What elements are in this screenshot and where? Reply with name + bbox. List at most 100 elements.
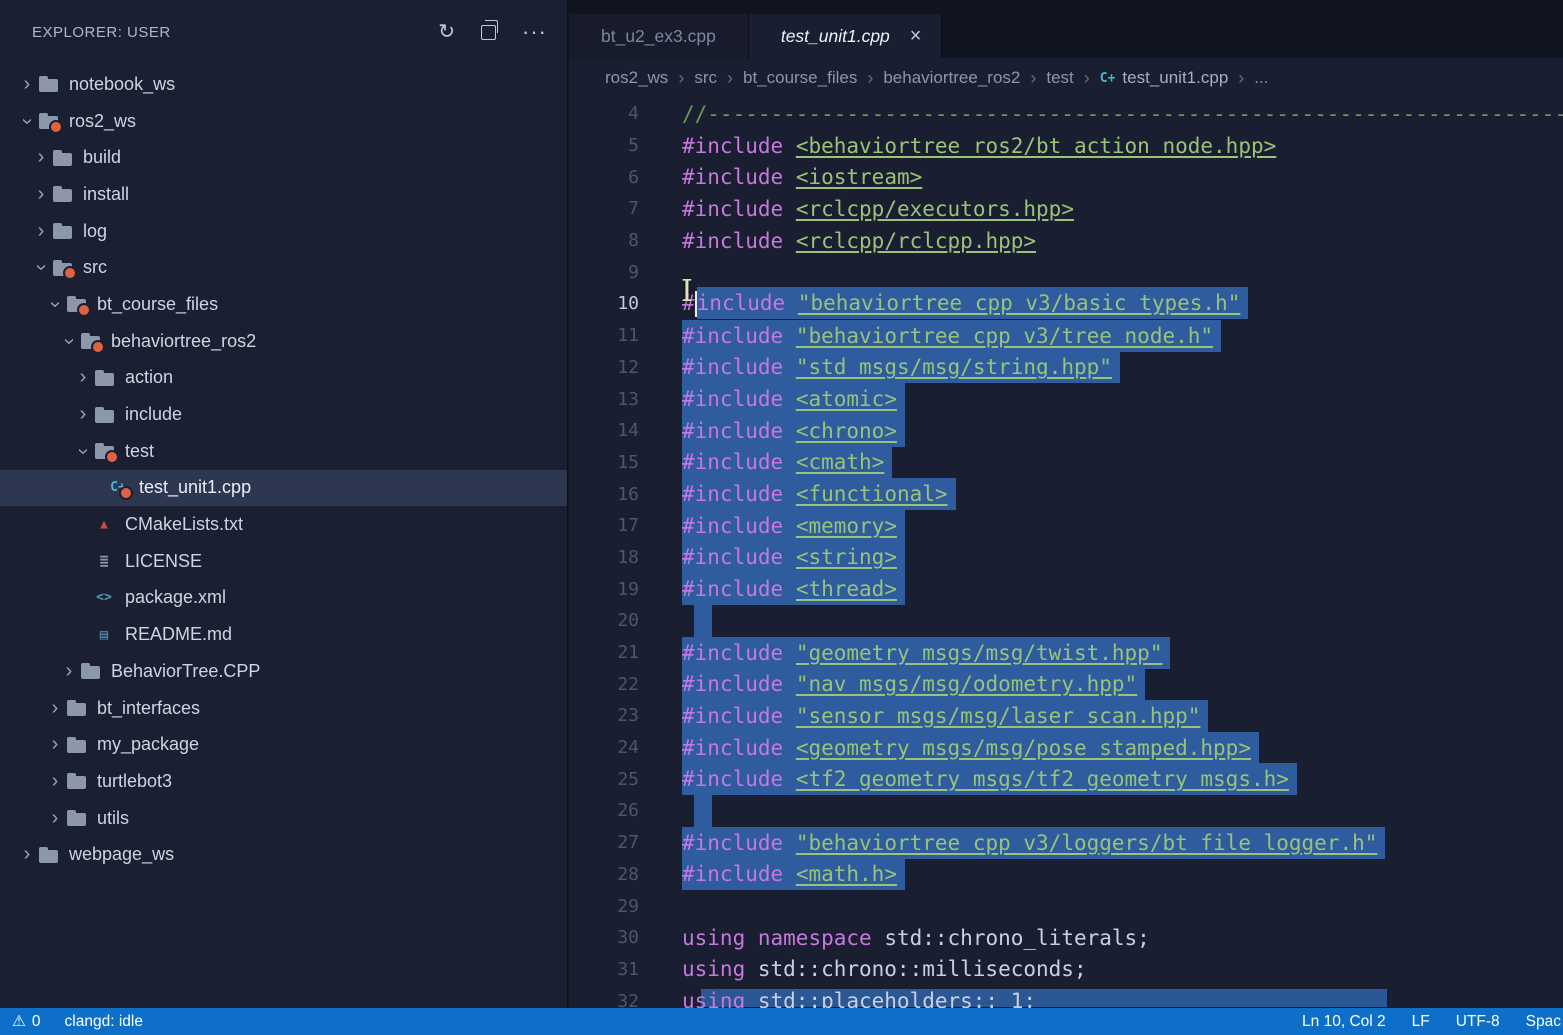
tree-item-behaviortree_ros2[interactable]: ›behaviortree_ros2 (0, 323, 567, 360)
tree-item-notebook_ws[interactable]: ›notebook_ws (0, 66, 567, 103)
tree-item-utils[interactable]: ›utils (0, 800, 567, 837)
tree-item-log[interactable]: ›log (0, 213, 567, 250)
tree-item-label: install (83, 184, 129, 205)
collapse-folders-icon[interactable] (481, 25, 496, 40)
folder-shape (67, 299, 86, 312)
code-line-18[interactable]: 18#include <string> (569, 542, 1563, 574)
clangd-status[interactable]: clangd: idle (65, 1013, 143, 1031)
code-line-16[interactable]: 16#include <functional> (569, 478, 1563, 510)
code-line-11[interactable]: 11#include "behaviortree_cpp_v3/tree_nod… (569, 320, 1563, 352)
chevron-right-icon[interactable]: › (44, 733, 66, 756)
line-number: 14 (569, 420, 639, 441)
folder-icon (38, 76, 58, 93)
breadcrumb-item-src[interactable]: src (694, 68, 717, 88)
tree-item-BehaviorTree.CPP[interactable]: ›BehaviorTree.CPP (0, 653, 567, 690)
code-line-26[interactable]: 26 (569, 795, 1563, 827)
tree-item-my_package[interactable]: ›my_package (0, 726, 567, 763)
breadcrumb-item-test[interactable]: test (1046, 68, 1073, 88)
chevron-down-icon[interactable]: › (44, 293, 67, 315)
tab-test_unit1.cpp[interactable]: test_unit1.cpp × (749, 14, 943, 58)
breadcrumb-item-behaviortree_ros2[interactable]: behaviortree_ros2 (883, 68, 1020, 88)
tab-bt_u2_ex3.cpp[interactable]: bt_u2_ex3.cpp (569, 14, 749, 58)
tree-item-ros2_ws[interactable]: ›ros2_ws (0, 103, 567, 140)
breadcrumb-item-bt_course_files[interactable]: bt_course_files (743, 68, 857, 88)
code-line-23[interactable]: 23#include "sensor_msgs/msg/laser_scan.h… (569, 700, 1563, 732)
code-editor: 4//-------------------------------------… (569, 98, 1563, 1008)
chevron-down-icon[interactable]: › (72, 440, 95, 462)
encoding-indicator[interactable]: UTF-8 (1456, 1013, 1500, 1031)
chevron-down-icon[interactable]: › (30, 257, 53, 279)
tree-item-README.md[interactable]: ▤README.md (0, 616, 567, 653)
chevron-right-icon[interactable]: › (30, 220, 52, 243)
code-line-24[interactable]: 24#include <geometry_msgs/msg/pose_stamp… (569, 732, 1563, 764)
code-line-29[interactable]: 29 (569, 890, 1563, 922)
tree-item-bt_interfaces[interactable]: ›bt_interfaces (0, 690, 567, 727)
selection-highlight: #include <math.h> (682, 858, 905, 890)
code-line-30[interactable]: 30using namespace std::chrono_literals; (569, 922, 1563, 954)
tree-item-package.xml[interactable]: <>package.xml (0, 580, 567, 617)
tree-item-action[interactable]: ›action (0, 360, 567, 397)
code-line-13[interactable]: 13#include <atomic> (569, 383, 1563, 415)
chevron-down-icon[interactable]: › (16, 110, 39, 132)
code-line-5[interactable]: 5#include <behaviortree_ros2/bt_action_n… (569, 130, 1563, 162)
token: <iostream> (796, 165, 922, 189)
refresh-icon[interactable]: ↻ (438, 22, 455, 42)
code-line-25[interactable]: 25#include <tf2_geometry_msgs/tf2_geomet… (569, 763, 1563, 795)
chevron-right-icon[interactable]: › (58, 660, 80, 683)
tree-item-bt_course_files[interactable]: ›bt_course_files (0, 286, 567, 323)
indentation-indicator[interactable]: Spac (1526, 1013, 1561, 1031)
breadcrumb-item-test_unit1.cpp[interactable]: test_unit1.cpp (1122, 68, 1228, 88)
code-line-22[interactable]: 22#include "nav_msgs/msg/odometry.hpp" (569, 668, 1563, 700)
folder-icon (94, 369, 114, 386)
code-line-8[interactable]: 8#include <rclcpp/rclcpp.hpp> (569, 225, 1563, 257)
code-line-28[interactable]: 28#include <math.h> (569, 859, 1563, 891)
code-line-7[interactable]: 7#include <rclcpp/executors.hpp> (569, 193, 1563, 225)
chevron-right-icon[interactable]: › (44, 697, 66, 720)
mouse-cursor-ibeam (681, 274, 693, 309)
code-line-15[interactable]: 15#include <cmath> (569, 447, 1563, 479)
chevron-right-icon[interactable]: › (72, 366, 94, 389)
cursor-position[interactable]: Ln 10, Col 2 (1302, 1013, 1386, 1031)
chevron-right-icon[interactable]: › (16, 73, 38, 96)
line-number: 21 (569, 642, 639, 663)
tree-item-include[interactable]: ›include (0, 396, 567, 433)
chevron-right-icon[interactable]: › (44, 807, 66, 830)
chevron-right-icon[interactable]: › (30, 146, 52, 169)
problems-indicator[interactable]: ⚠ 0 (12, 1012, 41, 1031)
code-line-9[interactable]: 9 (569, 256, 1563, 288)
tree-item-CMakeLists.txt[interactable]: ▲CMakeLists.txt (0, 506, 567, 543)
code-line-20[interactable]: 20 (569, 605, 1563, 637)
tree-item-test_unit1.cpp[interactable]: C+test_unit1.cpp (0, 470, 567, 507)
breadcrumb-overflow[interactable]: ... (1254, 68, 1268, 88)
code-line-32[interactable]: 32using std::placeholders::_1; (569, 985, 1563, 1008)
breadcrumb-item-ros2_ws[interactable]: ros2_ws (605, 68, 668, 88)
eol-indicator[interactable]: LF (1412, 1013, 1430, 1031)
chevron-right-icon[interactable]: › (44, 770, 66, 793)
tree-item-src[interactable]: ›src (0, 249, 567, 286)
tree-item-webpage_ws[interactable]: ›webpage_ws (0, 836, 567, 873)
code-line-21[interactable]: 21#include "geometry_msgs/msg/twist.hpp" (569, 637, 1563, 669)
chevron-right-icon[interactable]: › (16, 843, 38, 866)
tree-item-build[interactable]: ›build (0, 139, 567, 176)
code-line-19[interactable]: 19#include <thread> (569, 573, 1563, 605)
code-line-14[interactable]: 14#include <chrono> (569, 415, 1563, 447)
code-line-31[interactable]: 31using std::chrono::milliseconds; (569, 954, 1563, 986)
code-line-27[interactable]: 27#include "behaviortree_cpp_v3/loggers/… (569, 827, 1563, 859)
line-content: #include <thread> (682, 577, 905, 601)
tree-item-turtlebot3[interactable]: ›turtlebot3 (0, 763, 567, 800)
code-line-6[interactable]: 6#include <iostream> (569, 161, 1563, 193)
code-line-4[interactable]: 4//-------------------------------------… (569, 98, 1563, 130)
more-actions-icon[interactable]: ··· (522, 21, 547, 43)
code-line-12[interactable]: 12#include "std_msgs/msg/string.hpp" (569, 352, 1563, 384)
chevron-right-icon[interactable]: › (30, 183, 52, 206)
tree-item-install[interactable]: › install (0, 176, 567, 213)
tree-item-LICENSE[interactable]: ≣LICENSE (0, 543, 567, 580)
code-line-10[interactable]: 10#include "behaviortree_cpp_v3/basic_ty… (569, 288, 1563, 320)
code-line-17[interactable]: 17#include <memory> (569, 510, 1563, 542)
line-number: 13 (569, 389, 639, 410)
token (783, 641, 796, 665)
chevron-down-icon[interactable]: › (58, 330, 81, 352)
chevron-right-icon[interactable]: › (72, 403, 94, 426)
close-icon[interactable]: × (910, 25, 922, 48)
tree-item-test[interactable]: ›test (0, 433, 567, 470)
